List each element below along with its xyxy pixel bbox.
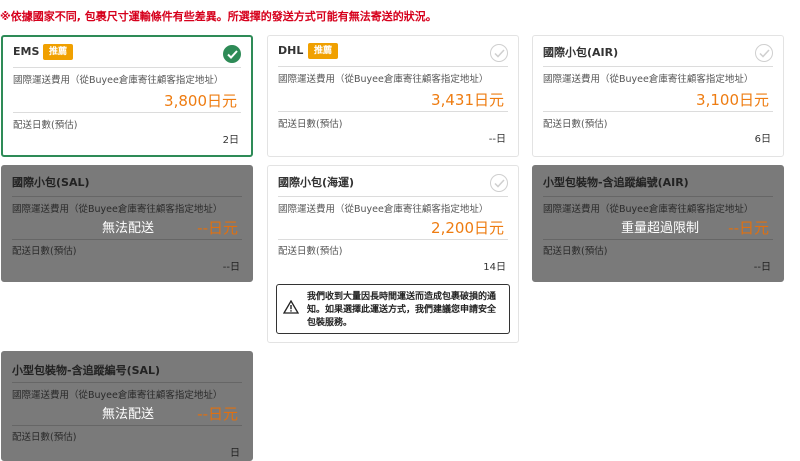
cost-label: 國際運送費用（從Buyee倉庫寄往顧客指定地址） xyxy=(543,74,754,85)
recommended-badge: 推薦 xyxy=(308,43,339,59)
option-title: DHL xyxy=(278,44,304,57)
shipping-option-ems[interactable]: EMS 推薦 國際運送費用（從Buyee倉庫寄往顧客指定地址） 3,800日元 … xyxy=(1,35,253,157)
shipping-price: 3,431日元 xyxy=(431,91,504,109)
cost-label: 國際運送費用（從Buyee倉庫寄往顧客指定地址） xyxy=(13,75,224,86)
damage-warning: 我們收到大量因長時間運送而造成包裹破損的通知。如果選擇此運送方式，我們建議您申請… xyxy=(276,284,510,334)
cost-label: 國際運送費用（從Buyee倉庫寄往顧客指定地址） xyxy=(278,204,489,215)
unavailable-status: 無法配送 xyxy=(102,407,155,422)
shipping-option-small-packet-air[interactable]: 國際小包(AIR) 國際運送費用（從Buyee倉庫寄往顧客指定地址） 3,100… xyxy=(532,35,784,157)
check-circle-outline-icon[interactable] xyxy=(490,44,508,62)
option-title: 小型包裝物-含追蹤編號(AIR) xyxy=(543,176,689,189)
days-label: 配送日數(預估) xyxy=(13,120,78,131)
check-circle-outline-icon[interactable] xyxy=(755,44,773,62)
days-label: 配送日數(預估) xyxy=(278,119,343,130)
cost-label: 國際運送費用（從Buyee倉庫寄往顧客指定地址） xyxy=(12,204,223,215)
days-label: 配送日數(預估) xyxy=(12,432,77,443)
shipping-option-small-packet-sal: 國際小包(SAL) 國際運送費用（從Buyee倉庫寄往顧客指定地址） 無法配送 … xyxy=(1,165,253,282)
delivery-days: 2日 xyxy=(222,135,239,146)
option-title: 國際小包(AIR) xyxy=(543,46,619,59)
days-label: 配送日數(預估) xyxy=(12,246,77,257)
shipping-price: 2,200日元 xyxy=(431,219,504,237)
option-title: 國際小包(SAL) xyxy=(12,176,90,189)
shipping-notice: ※依據國家不同, 包裹尺寸運輸條件有些差異。所選擇的發送方式可能有無法寄送的狀況… xyxy=(0,10,437,23)
cost-label: 國際運送費用（從Buyee倉庫寄往顧客指定地址） xyxy=(12,390,223,401)
option-title: 國際小包(海運) xyxy=(278,176,355,189)
cost-label: 國際運送費用（從Buyee倉庫寄往顧客指定地址） xyxy=(543,204,754,215)
option-title: EMS xyxy=(13,45,40,58)
check-circle-outline-icon[interactable] xyxy=(490,174,508,192)
delivery-days: --日 xyxy=(753,262,771,273)
unavailable-status: 無法配送 xyxy=(102,221,155,236)
shipping-option-small-tracked-sal: 小型包裝物-含追蹤編号(SAL) 國際運送費用（從Buyee倉庫寄往顧客指定地址… xyxy=(1,351,253,461)
days-label: 配送日數(預估) xyxy=(543,119,608,130)
days-label: 配送日數(預估) xyxy=(543,246,608,257)
delivery-days: 日 xyxy=(230,448,240,459)
shipping-price: 3,800日元 xyxy=(164,92,237,110)
option-title: 小型包裝物-含追蹤編号(SAL) xyxy=(12,364,161,377)
warning-text: 我們收到大量因長時間運送而造成包裹破損的通知。如果選擇此運送方式，我們建議您申請… xyxy=(307,292,497,328)
delivery-days: 6日 xyxy=(754,134,771,145)
shipping-price: --日元 xyxy=(197,405,238,423)
delivery-days: --日 xyxy=(488,134,506,145)
shipping-price: --日元 xyxy=(728,219,769,237)
cost-label: 國際運送費用（從Buyee倉庫寄往顧客指定地址） xyxy=(278,74,489,85)
shipping-price: 3,100日元 xyxy=(696,91,769,109)
delivery-days: 14日 xyxy=(483,262,506,273)
warning-triangle-icon xyxy=(282,299,300,318)
shipping-option-small-tracked-air: 小型包裝物-含追蹤編號(AIR) 國際運送費用（從Buyee倉庫寄往顧客指定地址… xyxy=(532,165,784,282)
shipping-option-small-packet-sea[interactable]: 國際小包(海運) 國際運送費用（從Buyee倉庫寄往顧客指定地址） 2,200日… xyxy=(267,165,519,343)
delivery-days: --日 xyxy=(222,262,240,273)
check-circle-icon[interactable] xyxy=(223,45,241,63)
shipping-price: --日元 xyxy=(197,219,238,237)
unavailable-status: 重量超過限制 xyxy=(621,221,700,236)
shipping-option-dhl[interactable]: DHL 推薦 國際運送費用（從Buyee倉庫寄往顧客指定地址） 3,431日元 … xyxy=(267,35,519,157)
recommended-badge: 推薦 xyxy=(43,44,74,60)
days-label: 配送日數(預估) xyxy=(278,246,343,257)
